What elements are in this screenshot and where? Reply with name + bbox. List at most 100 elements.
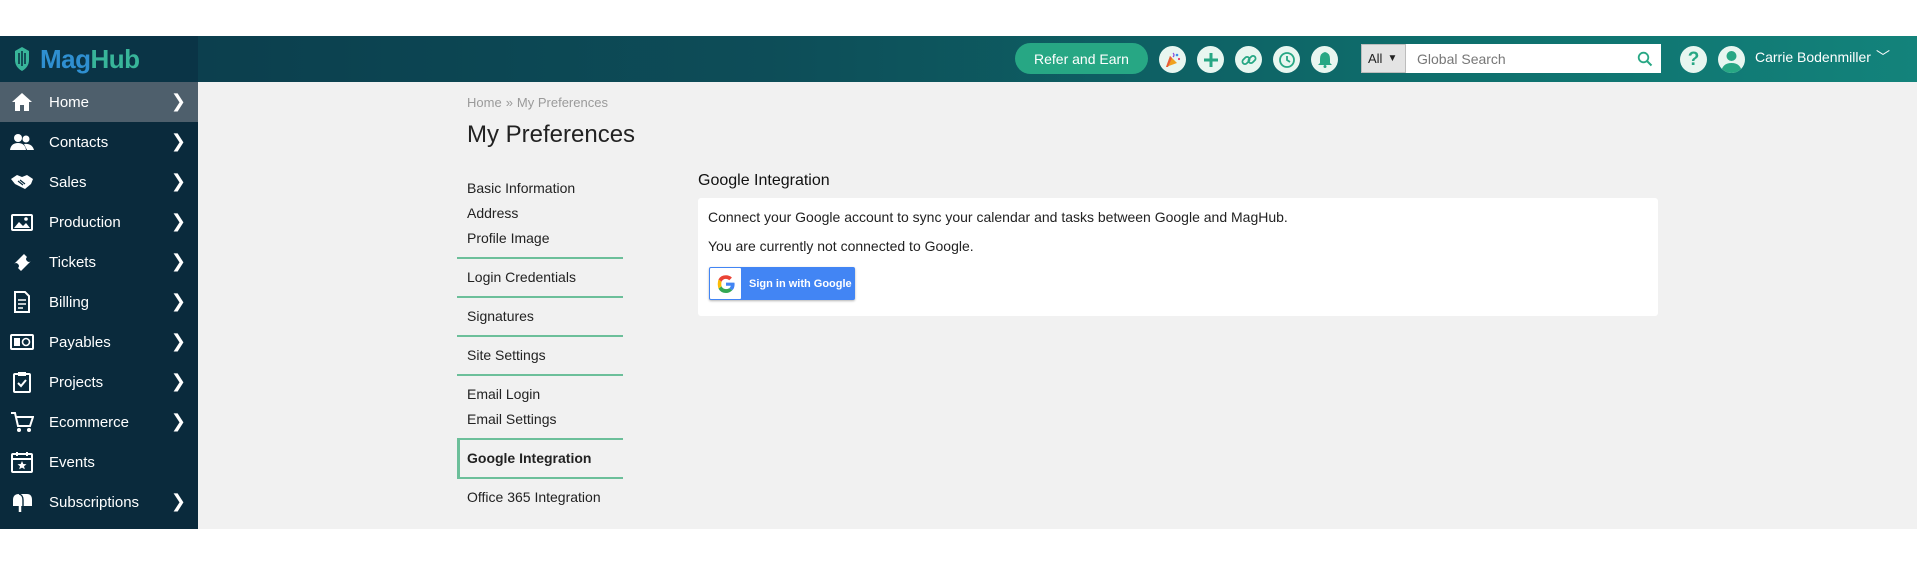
chevron-right-icon: ❯ [170, 91, 186, 111]
breadcrumb-current: My Preferences [516, 95, 608, 110]
sidebar-item-label: Events [49, 453, 95, 471]
avatar[interactable] [1718, 46, 1745, 73]
global-search: All ▼ [1361, 44, 1661, 73]
app: MagHub Refer and Earn All ▼ Global Searc… [0, 36, 1917, 529]
party-popper-glyph [1165, 52, 1180, 67]
user-menu-chevron-icon[interactable]: ﹀ [1876, 47, 1890, 67]
sidebar-item-label: Projects [49, 373, 104, 391]
handshake-icon [10, 171, 34, 193]
chevron-right-icon: ❯ [170, 331, 186, 351]
help-icon[interactable]: ? [1680, 46, 1707, 73]
sidebar-item-tickets[interactable]: Tickets ❯ [0, 242, 198, 282]
subnav-email-settings[interactable]: Email Settings [467, 407, 623, 432]
logo-mark-icon [15, 47, 29, 71]
subnav-google-integration[interactable]: Google Integration [467, 446, 623, 471]
google-integration-panel: Connect your Google account to sync your… [698, 198, 1658, 316]
chevron-right-icon: ❯ [170, 211, 186, 231]
sidebar-item-events[interactable]: Events [0, 442, 198, 482]
sidebar-item-label: Ecommerce [49, 413, 130, 431]
subnav-office-365-integration[interactable]: Office 365 Integration [467, 485, 623, 510]
subnav-signatures[interactable]: Signatures [467, 304, 623, 329]
chevron-down-icon: ▼ [1387, 53, 1398, 64]
sidebar-item-label: Payables [49, 333, 111, 351]
search-input[interactable] [1406, 44, 1633, 73]
contacts-icon [10, 131, 34, 153]
sidebar-item-label: Home [49, 93, 90, 111]
chevron-right-icon: ❯ [170, 251, 186, 271]
subnav-group: Basic Information Address Profile Image [457, 172, 623, 259]
refer-and-earn-button[interactable]: Refer and Earn [1015, 43, 1148, 74]
subnav-profile-image[interactable]: Profile Image [467, 226, 623, 251]
subnav-address[interactable]: Address [467, 201, 623, 226]
plus-glyph [1203, 52, 1218, 67]
search-scope-select[interactable]: All ▼ [1361, 44, 1406, 73]
subnav-login-credentials[interactable]: Login Credentials [467, 265, 623, 290]
chevron-right-icon: ❯ [170, 371, 186, 391]
search-icon[interactable] [1633, 47, 1657, 71]
party-popper-icon[interactable] [1159, 46, 1186, 73]
history-icon[interactable] [1273, 46, 1300, 73]
subnav-group: Signatures [457, 298, 623, 337]
chevron-right-icon: ❯ [170, 131, 186, 151]
breadcrumb: Home» My Preferences [467, 95, 608, 110]
logo-text-mag: Mag [40, 43, 91, 74]
chevron-right-icon: ❯ [170, 171, 186, 191]
sidebar-item-ecommerce[interactable]: Ecommerce ❯ [0, 402, 198, 442]
clipboard-check-icon [10, 371, 34, 393]
maghub-logo[interactable]: MagHub [0, 36, 198, 82]
sidebar-item-sales[interactable]: Sales ❯ [0, 162, 198, 202]
sidebar-item-label: Tickets [49, 253, 96, 271]
sidebar-item-billing[interactable]: Billing ❯ [0, 282, 198, 322]
subnav-site-settings[interactable]: Site Settings [467, 343, 623, 368]
clock-glyph [1278, 51, 1295, 68]
google-description: Connect your Google account to sync your… [708, 209, 1288, 225]
sidebar: Home ❯ Contacts ❯ Sales ❯ Production ❯ T… [0, 82, 198, 529]
cart-icon [10, 411, 34, 433]
sidebar-item-label: Contacts [49, 133, 109, 151]
logo-text: MagHub [40, 44, 140, 75]
sidebar-item-home[interactable]: Home ❯ [0, 82, 198, 122]
add-icon[interactable] [1197, 46, 1224, 73]
calendar-star-icon [10, 451, 34, 473]
sidebar-item-contacts[interactable]: Contacts ❯ [0, 122, 198, 162]
sidebar-item-label: Subscriptions [49, 493, 140, 511]
image-icon [10, 211, 34, 233]
google-button-label: Sign in with Google [749, 277, 852, 290]
bell-glyph [1317, 52, 1332, 68]
ticket-icon [10, 251, 34, 273]
subnav-group-active: Google Integration [457, 440, 623, 479]
subnav-group: Login Credentials [457, 259, 623, 298]
sidebar-item-production[interactable]: Production ❯ [0, 202, 198, 242]
subnav-group: Email Login Email Settings [457, 376, 623, 440]
sidebar-item-label: Sales [49, 173, 87, 191]
sidebar-item-subscriptions[interactable]: Subscriptions ❯ [0, 482, 198, 522]
preferences-subnav: Basic Information Address Profile Image … [457, 172, 623, 516]
user-name[interactable]: Carrie Bodenmiller [1755, 49, 1871, 65]
bell-icon[interactable] [1311, 46, 1338, 73]
sign-in-with-google-button[interactable]: Sign in with Google [709, 267, 855, 300]
link-icon[interactable] [1235, 46, 1262, 73]
subnav-email-login[interactable]: Email Login [467, 382, 623, 407]
user-icon [1721, 51, 1742, 73]
breadcrumb-home-link[interactable]: Home [467, 95, 502, 110]
google-logo-icon [710, 268, 741, 299]
subnav-group: Office 365 Integration [457, 479, 623, 516]
subnav-group: Site Settings [457, 337, 623, 376]
home-icon [10, 91, 34, 113]
google-connection-status: You are currently not connected to Googl… [708, 238, 974, 254]
subnav-basic-information[interactable]: Basic Information [467, 176, 623, 201]
top-bar: MagHub Refer and Earn All ▼ Global Searc… [0, 36, 1917, 82]
logo-text-hub: Hub [90, 43, 141, 74]
invoice-icon [10, 291, 34, 313]
money-icon [10, 331, 34, 353]
link-glyph [1241, 54, 1256, 65]
sidebar-item-label: Billing [49, 293, 90, 311]
sidebar-item-projects[interactable]: Projects ❯ [0, 362, 198, 402]
page-title: My Preferences [467, 121, 636, 148]
sidebar-item-payables[interactable]: Payables ❯ [0, 322, 198, 362]
breadcrumb-separator: » [505, 95, 513, 110]
magnifier-glyph [1637, 51, 1653, 66]
chevron-right-icon: ❯ [170, 291, 186, 311]
mailbox-icon [10, 491, 34, 513]
search-scope-value: All [1368, 51, 1383, 66]
